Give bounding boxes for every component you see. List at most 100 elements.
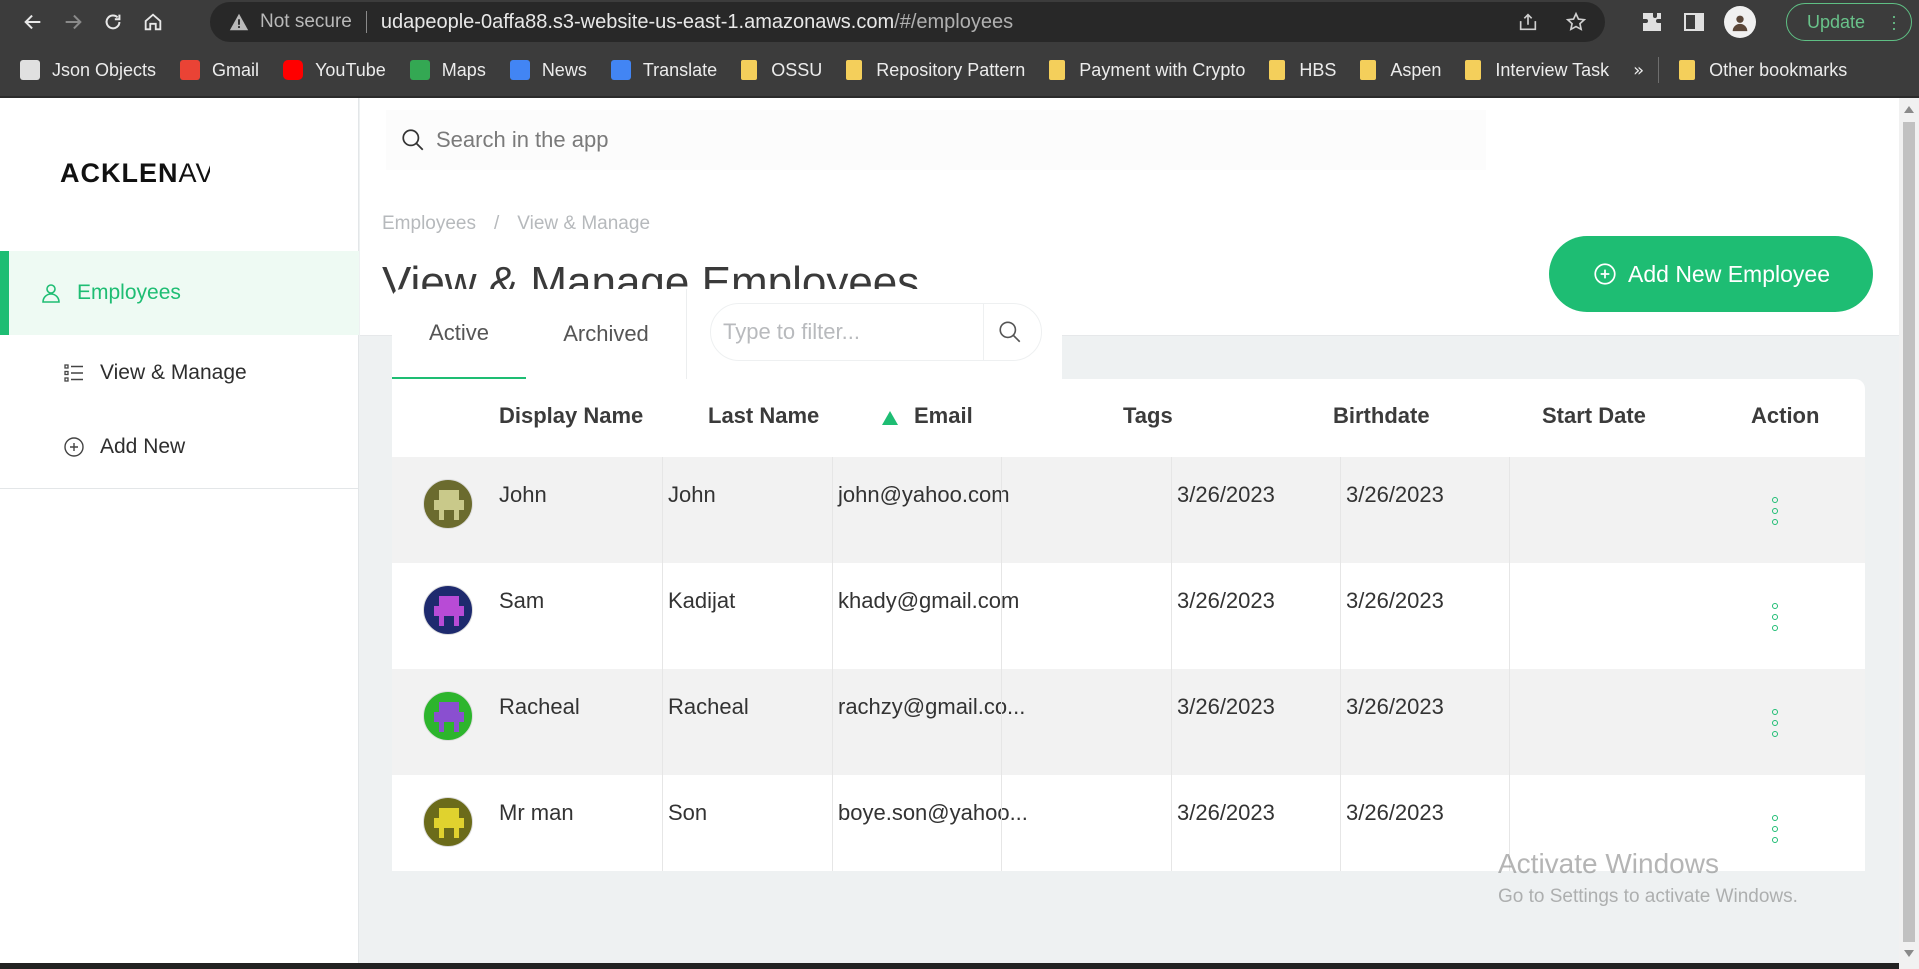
cell-birthdate: 3/26/2023: [1177, 588, 1275, 613]
extensions-puzzle-icon[interactable]: [1640, 10, 1664, 34]
column-divider: [1340, 457, 1341, 563]
url-text: udapeople-0affa88.s3-website-us-east-1.a…: [381, 11, 1013, 34]
search-input[interactable]: Search in the app: [436, 127, 608, 153]
table-row[interactable]: Sam Kadijat khady@gmail.com 3/26/2023 3/26/2…: [392, 563, 1865, 669]
home-button[interactable]: [133, 2, 173, 42]
share-icon[interactable]: [1517, 11, 1539, 33]
back-button[interactable]: [13, 2, 53, 42]
cell-start-date: 3/26/2023: [1346, 482, 1444, 507]
watermark-title: Activate Windows: [1498, 848, 1719, 879]
column-header-start-date[interactable]: Start Date: [1542, 403, 1646, 429]
news-icon: [509, 60, 530, 80]
tab-active[interactable]: Active: [392, 289, 526, 379]
app-search[interactable]: Search in the app: [386, 110, 1486, 170]
scroll-down-arrow-icon[interactable]: [1904, 950, 1914, 957]
table-row[interactable]: John John john@yahoo.com 3/26/2023 3/26/2023: [392, 457, 1865, 563]
bookmark-maps[interactable]: Maps: [409, 60, 486, 81]
bookmark-label: Json Objects: [52, 59, 157, 80]
sidebar-item-add-new[interactable]: Add New: [0, 410, 359, 484]
side-panel-icon[interactable]: [1682, 10, 1706, 34]
taskbar-edge: [0, 963, 1899, 969]
address-bar-actions: [1517, 11, 1587, 33]
breadcrumb-separator: /: [494, 213, 500, 234]
logo-rest: AVENUE: [178, 158, 211, 188]
bookmark-hbs[interactable]: HBS: [1269, 60, 1336, 81]
user-icon: [42, 284, 60, 303]
table-row[interactable]: Racheal Racheal rachzy@gmail.co... 3/26/202…: [392, 669, 1865, 775]
bookmark-label: YouTube: [315, 59, 386, 80]
breadcrumb-current: View & Manage: [517, 213, 651, 234]
back-arrow-icon: [24, 14, 41, 30]
sidebar: ACKLENAVENUE Employees View & Manage Add…: [0, 98, 359, 969]
column-divider: [662, 775, 663, 871]
cell-email: boye.son@yahoo...: [838, 800, 1028, 825]
column-divider: [1001, 563, 1002, 669]
sidebar-item-employees[interactable]: Employees: [0, 251, 359, 335]
bookmark-label: Other bookmarks: [1709, 59, 1848, 80]
reload-button[interactable]: [93, 2, 133, 42]
row-actions-kebab-icon[interactable]: [1770, 497, 1780, 525]
bookmarks-overflow-button[interactable]: »: [1633, 60, 1644, 81]
column-header-birthdate[interactable]: Birthdate: [1333, 403, 1430, 429]
windows-activation-watermark: Activate Windows Go to Settings to activ…: [1498, 848, 1798, 908]
cell-display-name: Sam: [499, 588, 545, 613]
bookmark-translate[interactable]: Translate: [610, 60, 717, 81]
column-divider: [832, 775, 833, 871]
sidebar-item-view-manage[interactable]: View & Manage: [0, 336, 359, 410]
bookmark-gmail[interactable]: Gmail: [180, 60, 259, 81]
scroll-thumb[interactable]: [1903, 122, 1915, 942]
logo-bold: ACKLEN: [60, 158, 179, 188]
menu-kebab-icon[interactable]: · · ·: [1891, 7, 1897, 37]
row-actions-kebab-icon[interactable]: [1770, 815, 1780, 843]
column-header-tags[interactable]: Tags: [1123, 403, 1173, 429]
column-divider: [1171, 457, 1172, 563]
bookmark-news[interactable]: News: [509, 60, 587, 81]
search-icon[interactable]: [997, 319, 1023, 345]
bookmark-payment-with-crypto[interactable]: Payment with Crypto: [1049, 60, 1245, 81]
row-actions-kebab-icon[interactable]: [1770, 603, 1780, 631]
column-header-display-name[interactable]: Display Name: [499, 403, 643, 429]
folder-icon: [1465, 60, 1482, 80]
profile-avatar[interactable]: [1724, 6, 1756, 38]
sidebar-item-label: View & Manage: [100, 361, 247, 384]
bookmark-label: Gmail: [212, 59, 260, 80]
scroll-up-arrow-icon[interactable]: [1904, 106, 1914, 113]
column-divider: [1340, 563, 1341, 669]
bookmark-interview-task[interactable]: Interview Task: [1465, 60, 1609, 81]
json-icon: [20, 60, 40, 80]
toolbar-right: [1640, 4, 1756, 40]
forward-button[interactable]: [53, 2, 93, 42]
identicon-icon: [434, 808, 464, 838]
bookmark-repository-pattern[interactable]: Repository Pattern: [846, 60, 1025, 81]
tab-divider: [686, 289, 687, 379]
bookmark-star-icon[interactable]: [1565, 11, 1587, 33]
cell-last-name: John: [668, 482, 716, 507]
bookmark-youtube[interactable]: YouTube: [283, 60, 386, 81]
browser-toolbar: Not secure udapeople-0affa88.s3-website-…: [0, 0, 1919, 44]
column-divider: [1340, 669, 1341, 775]
column-divider: [1171, 563, 1172, 669]
breadcrumb-root[interactable]: Employees: [382, 213, 476, 235]
address-bar[interactable]: Not secure udapeople-0affa88.s3-website-…: [210, 2, 1605, 42]
column-divider: [1001, 775, 1002, 871]
bookmark-label: HBS: [1299, 59, 1337, 80]
bookmark-other-bookmarks[interactable]: Other bookmarks: [1679, 60, 1847, 81]
add-new-employee-button[interactable]: Add New Employee: [1549, 236, 1873, 312]
filter-input[interactable]: Type to filter...: [710, 303, 1042, 361]
bookmark-json-objects[interactable]: Json Objects: [20, 60, 156, 81]
cell-birthdate: 3/26/2023: [1177, 482, 1275, 507]
update-button[interactable]: Update · · ·: [1786, 3, 1912, 41]
tab-archived[interactable]: Archived: [526, 289, 686, 379]
column-header-email[interactable]: Email: [914, 403, 973, 429]
table-header: Display Name Last Name Email Tags Birthd…: [392, 379, 1865, 457]
column-header-last-name[interactable]: Last Name: [708, 403, 819, 429]
row-actions-kebab-icon[interactable]: [1770, 709, 1780, 737]
tabs-card: Active Archived Type to filter...: [392, 289, 1062, 379]
bookmark-label: Interview Task: [1495, 59, 1610, 80]
url-path: /#/employees: [894, 10, 1014, 33]
bookmark-ossu[interactable]: OSSU: [741, 60, 822, 81]
bookmark-aspen[interactable]: Aspen: [1360, 60, 1441, 81]
page-scrollbar[interactable]: [1899, 98, 1919, 969]
home-icon: [144, 13, 162, 31]
cell-birthdate: 3/26/2023: [1177, 800, 1275, 825]
